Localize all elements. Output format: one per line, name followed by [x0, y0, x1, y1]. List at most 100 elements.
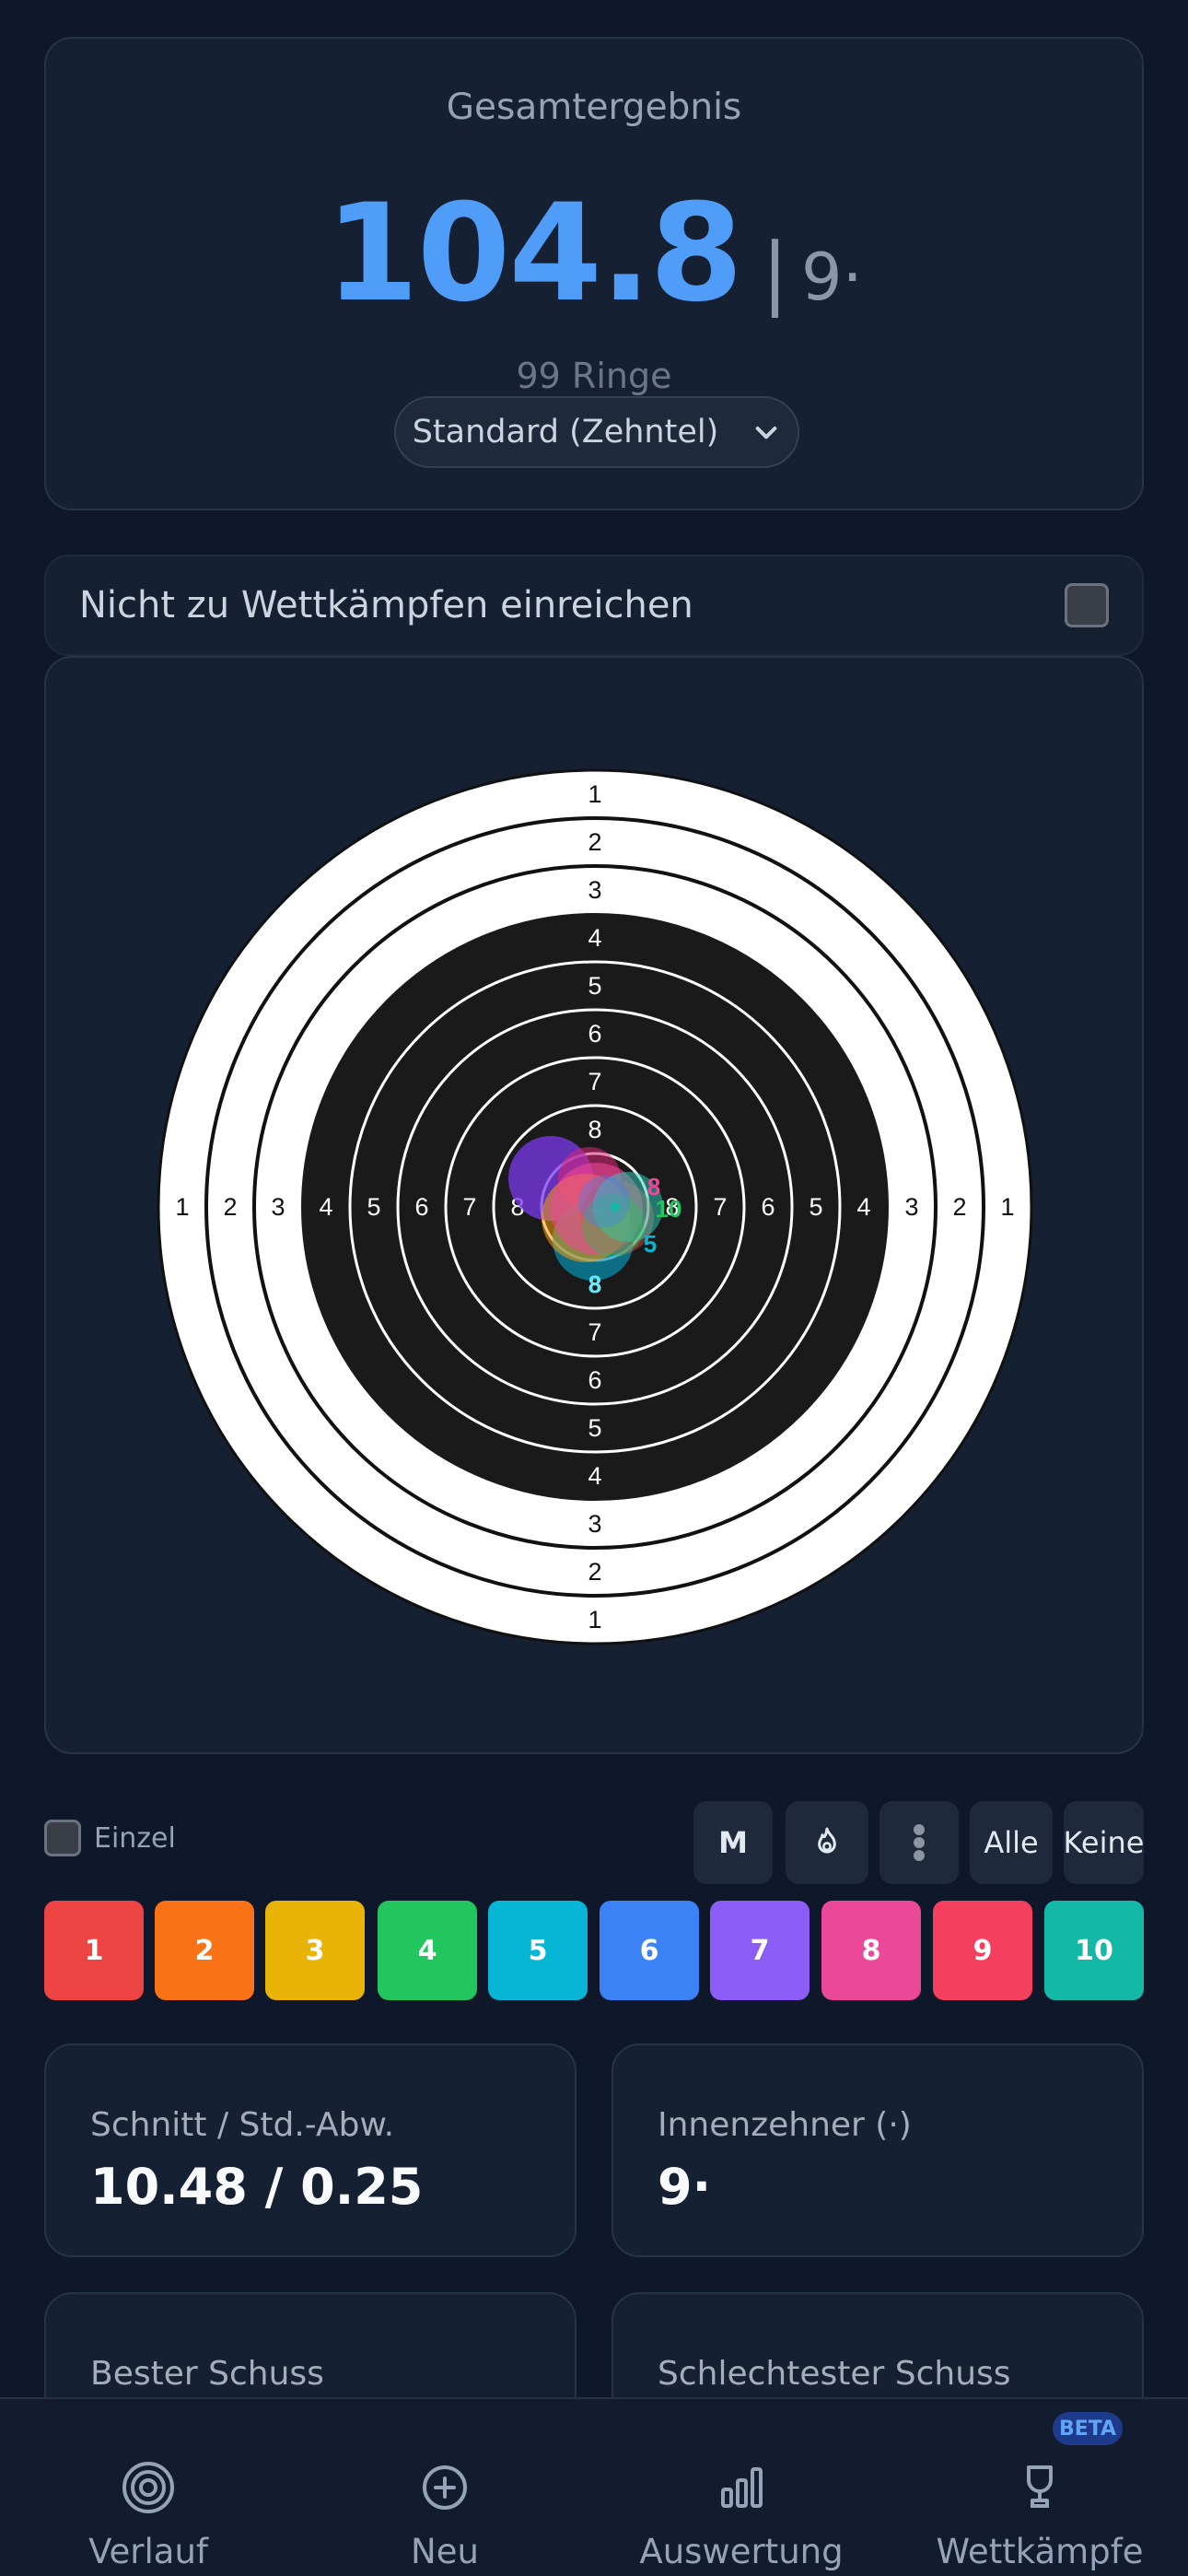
- select-none-button[interactable]: Keine: [1064, 1801, 1144, 1884]
- stat-label: Bester Schuss: [90, 2355, 324, 2393]
- stat-card-inner-tens: Innenzehner (·) 9·: [611, 2043, 1144, 2257]
- ring-label: 2: [952, 1193, 966, 1221]
- ring-label: 6: [588, 1366, 601, 1394]
- stat-card-average: Schnitt / Std.-Abw. 10.48 / 0.25: [44, 2043, 577, 2257]
- scoring-mode-value: Standard (Zehntel): [412, 414, 719, 451]
- shot-button-10[interactable]: 10: [1044, 1901, 1144, 2000]
- select-all-label: Alle: [984, 1825, 1039, 1860]
- no-submit-label: Nicht zu Wettkämpfen einreichen: [79, 584, 693, 626]
- stat-value: 10.48 / 0.25: [90, 2158, 424, 2216]
- ring-label: 6: [414, 1193, 428, 1221]
- flame-icon: [818, 1827, 836, 1854]
- beta-badge: BETA: [1053, 2412, 1123, 2445]
- ring-label: 2: [588, 828, 601, 856]
- select-all-button[interactable]: Alle: [970, 1801, 1053, 1884]
- shot-impact-6: [578, 1176, 630, 1227]
- shot-number: 4: [417, 1934, 437, 1967]
- dots-vertical-icon: [914, 1824, 925, 1861]
- scoring-mode-select[interactable]: Standard (Zehntel): [394, 396, 799, 468]
- ring-label: 4: [856, 1193, 870, 1221]
- shot-button-5[interactable]: 5: [488, 1901, 588, 2000]
- nav-item-neu[interactable]: Neu: [297, 2399, 593, 2576]
- shot-button-3[interactable]: 3: [265, 1901, 365, 2000]
- single-shot-toggle[interactable]: Einzel: [44, 1820, 176, 1856]
- ring-label: 6: [761, 1193, 775, 1221]
- ring-label: 4: [319, 1193, 332, 1221]
- ring-label: 7: [462, 1193, 476, 1221]
- ring-label: 7: [588, 1318, 601, 1346]
- inner-tens-count: 9·: [801, 240, 863, 315]
- shot-button-1[interactable]: 1: [44, 1901, 144, 2000]
- shot-marker-label: 5: [644, 1230, 657, 1258]
- shot-button-4[interactable]: 4: [378, 1901, 477, 2000]
- target-icon: [122, 2462, 174, 2513]
- single-shot-checkbox[interactable]: [44, 1820, 81, 1856]
- ring-label: 4: [588, 1462, 601, 1490]
- ring-label: 6: [588, 1020, 601, 1048]
- shot-number: 7: [750, 1934, 770, 1967]
- ring-label: 8: [588, 1116, 601, 1143]
- ring-label: 3: [588, 1510, 601, 1538]
- nav-label: Neu: [411, 2532, 479, 2571]
- shot-button-9[interactable]: 9: [933, 1901, 1032, 2000]
- mean-button[interactable]: M: [693, 1801, 773, 1884]
- ring-label: 1: [1000, 1193, 1014, 1221]
- result-row: 104.8 | 9·: [46, 186, 1142, 321]
- ring-label: 1: [588, 780, 601, 808]
- ring-label: 7: [588, 1068, 601, 1095]
- ring-label: 4: [588, 924, 601, 952]
- ring-label: 7: [713, 1193, 727, 1221]
- shot-button-8[interactable]: 8: [821, 1901, 921, 2000]
- shot-number: 3: [305, 1934, 325, 1967]
- shot-number: 9: [973, 1934, 993, 1967]
- nav-label: Wettkämpfe: [936, 2532, 1144, 2571]
- score-separator: |: [762, 227, 788, 319]
- stat-label: Innenzehner (·): [658, 2106, 912, 2144]
- shot-marker-label: 8: [588, 1270, 601, 1298]
- no-submit-checkbox[interactable]: [1065, 583, 1109, 627]
- shot-number: 5: [528, 1934, 548, 1967]
- trophy-icon: [1027, 2465, 1053, 2508]
- shot-button-7[interactable]: 7: [710, 1901, 809, 2000]
- ring-label: 3: [588, 876, 601, 904]
- shot-marker-label: 10: [656, 1195, 682, 1223]
- stat-label: Schlechtester Schuss: [658, 2355, 1011, 2393]
- rings-total: 99 Ringe: [516, 356, 672, 396]
- bottom-nav: Verlauf Neu Auswertung Wettkämpfe: [0, 2397, 1188, 2576]
- shot-number: 2: [194, 1934, 215, 1967]
- nav-item-verlauf[interactable]: Verlauf: [0, 2399, 297, 2576]
- ring-label: 5: [588, 972, 601, 1000]
- result-card: Gesamtergebnis 104.8 | 9· 99 Ringe Stand…: [44, 37, 1144, 510]
- stat-label: Schnitt / Std.-Abw.: [90, 2106, 395, 2144]
- ring-label: 2: [223, 1193, 237, 1221]
- target-card: 1 2 3 4 5 6 7 8 8 7 6 5 4 3 2 1 1 2 3 4 …: [44, 656, 1144, 1754]
- more-button[interactable]: [879, 1801, 959, 1884]
- select-none-label: Keine: [1063, 1825, 1145, 1860]
- nav-label: Auswertung: [639, 2532, 844, 2571]
- ring-label: 1: [175, 1193, 189, 1221]
- shot-center-mark: [611, 1202, 620, 1212]
- ring-label: 5: [367, 1193, 380, 1221]
- ring-label: 1: [588, 1606, 601, 1633]
- mean-button-label: M: [718, 1825, 748, 1860]
- shot-number: 10: [1075, 1934, 1113, 1967]
- result-title: Gesamtergebnis: [446, 87, 742, 128]
- single-shot-label: Einzel: [94, 1821, 176, 1855]
- ring-label: 5: [588, 1414, 601, 1442]
- nav-item-wettkaempfe[interactable]: Wettkämpfe: [891, 2399, 1188, 2576]
- shooting-target[interactable]: 1 2 3 4 5 6 7 8 8 7 6 5 4 3 2 1 1 2 3 4 …: [46, 658, 1146, 1756]
- no-submit-row[interactable]: Nicht zu Wettkämpfen einreichen: [44, 555, 1144, 656]
- shot-number: 8: [861, 1934, 881, 1967]
- flame-button[interactable]: [786, 1801, 868, 1884]
- shot-number: 6: [639, 1934, 659, 1967]
- stat-value: 9·: [658, 2158, 712, 2216]
- shot-button-6[interactable]: 6: [600, 1901, 699, 2000]
- chevron-down-icon: [755, 427, 777, 439]
- shot-number: 1: [84, 1934, 104, 1967]
- nav-item-auswertung[interactable]: Auswertung: [593, 2399, 890, 2576]
- nav-label: Verlauf: [88, 2532, 208, 2571]
- ring-label: 5: [809, 1193, 822, 1221]
- ring-label: 2: [588, 1558, 601, 1586]
- shot-button-2[interactable]: 2: [155, 1901, 254, 2000]
- ring-label: 3: [904, 1193, 918, 1221]
